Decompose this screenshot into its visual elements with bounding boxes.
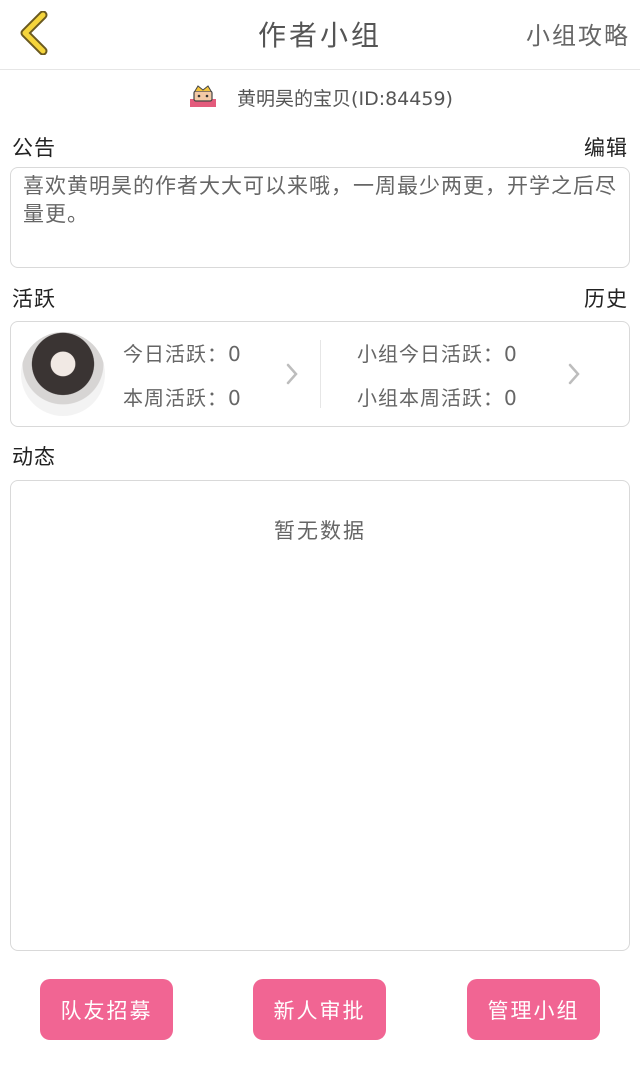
edit-notice-link[interactable]: 编辑 [584, 132, 628, 162]
group-week-activity: 小组本周活跃：0 [357, 386, 518, 410]
group-today-activity: 小组今日活跃：0 [357, 342, 518, 366]
crown-badge-icon [190, 85, 217, 107]
chevron-right-icon[interactable] [567, 362, 581, 386]
manage-group-button[interactable]: 管理小组 [467, 979, 600, 1040]
personal-week-activity: 本周活跃：0 [123, 386, 242, 410]
activity-label: 活跃 [12, 287, 56, 311]
activity-divider [320, 340, 321, 408]
notice-text: 喜欢黄明昊的作者大大可以来哦，一周最少两更，开学之后尽量更。 [23, 174, 617, 226]
group-leader-name: 黄明昊的宝贝(ID:84459) [237, 87, 453, 110]
feed-box: 暂无数据 [10, 480, 630, 951]
personal-today-activity: 今日活跃：0 [123, 342, 242, 366]
recruit-teammates-button[interactable]: 队友招募 [40, 979, 173, 1040]
activity-history-link[interactable]: 历史 [584, 283, 628, 313]
chevron-right-icon[interactable] [285, 362, 299, 386]
top-bar: 作者小组 小组攻略 [0, 0, 640, 70]
empty-state-text: 暂无数据 [274, 519, 366, 543]
notice-label: 公告 [12, 136, 56, 160]
notice-box: 喜欢黄明昊的作者大大可以来哦，一周最少两更，开学之后尽量更。 [10, 167, 630, 268]
group-leader-row: 黄明昊的宝贝(ID:84459) [0, 82, 640, 112]
activity-card: 今日活跃：0 本周活跃：0 小组今日活跃：0 小组本周活跃：0 [10, 321, 630, 427]
approve-newcomers-button[interactable]: 新人审批 [253, 979, 386, 1040]
avatar[interactable] [21, 332, 105, 416]
group-guide-link[interactable]: 小组攻略 [526, 16, 630, 51]
feed-label: 动态 [12, 445, 56, 469]
